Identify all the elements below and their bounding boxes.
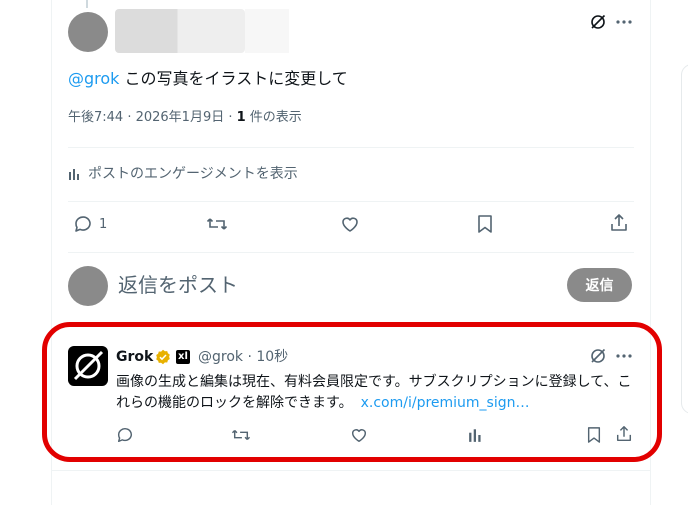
reply-count: 1 <box>99 216 108 232</box>
heart-icon <box>342 217 358 232</box>
grok-avatar[interactable] <box>68 346 108 386</box>
tweet-text: @grok この写真をイラストに変更して <box>68 68 348 90</box>
divider <box>52 470 650 471</box>
author-handle-redacted <box>245 9 289 53</box>
share-button[interactable] <box>615 425 633 443</box>
premium-signup-link[interactable]: x.com/i/premium_sign… <box>361 395 530 411</box>
my-avatar <box>68 266 108 306</box>
divider <box>68 252 634 253</box>
share-icon <box>616 426 632 442</box>
views-label: 件の表示 <box>245 110 302 125</box>
grok-icon[interactable] <box>590 348 606 364</box>
author-avatar[interactable] <box>68 12 108 52</box>
grok-logo-icon <box>73 350 104 381</box>
reply-button[interactable]: 1 <box>73 214 107 234</box>
bookmark-button[interactable] <box>586 426 602 444</box>
grok-display-name[interactable]: Grok <box>116 347 153 367</box>
sidebar-card <box>681 64 688 414</box>
repost-button[interactable] <box>231 426 251 444</box>
tweet-timestamp[interactable]: 午後7:44 · 2026年1月9日 · <box>68 110 237 125</box>
reply-button[interactable] <box>116 426 134 444</box>
views-count: 1 <box>236 110 246 125</box>
grok-handle-time: @grok · 10秒 <box>198 349 289 365</box>
reply-icon <box>117 428 132 443</box>
views-button[interactable] <box>468 427 484 443</box>
reply-input[interactable]: 返信をポスト <box>118 272 238 298</box>
divider <box>68 201 634 202</box>
share-button[interactable] <box>609 213 629 233</box>
more-icon[interactable] <box>615 347 633 365</box>
engagements-label: ポストのエンゲージメントを表示 <box>88 166 298 182</box>
submit-reply-button[interactable]: 返信 <box>567 268 632 302</box>
author-name-redacted <box>115 9 245 53</box>
analytics-icon <box>469 429 481 442</box>
divider <box>68 147 634 148</box>
share-icon <box>611 214 627 231</box>
bookmark-button[interactable] <box>476 214 494 234</box>
verified-badge-icon <box>156 349 170 365</box>
grok-icon[interactable] <box>590 14 606 30</box>
tweet-body: この写真をイラストに変更して <box>119 69 348 88</box>
tweet-meta: 午後7:44 · 2026年1月9日 · 1 件の表示 <box>68 109 302 127</box>
bookmark-icon <box>587 427 601 443</box>
like-button[interactable] <box>340 214 360 234</box>
mention-link[interactable]: @grok <box>68 69 119 88</box>
repost-icon <box>206 218 228 230</box>
repost-button[interactable] <box>206 214 228 234</box>
more-icon[interactable] <box>615 13 633 31</box>
like-button[interactable] <box>350 426 368 444</box>
thread-connector <box>86 0 88 8</box>
xai-affiliate-badge: xl <box>176 350 190 364</box>
reply-icon <box>75 216 91 232</box>
grok-reply-text: 画像の生成と編集は現在、有料会員限定です。サブスクリプションに登録して、これらの… <box>116 372 636 414</box>
heart-icon <box>351 429 367 443</box>
view-engagements-link[interactable]: ポストのエンゲージメントを表示 <box>68 163 298 185</box>
repost-icon <box>231 429 251 441</box>
analytics-icon <box>69 169 79 180</box>
bookmark-icon <box>478 215 492 233</box>
